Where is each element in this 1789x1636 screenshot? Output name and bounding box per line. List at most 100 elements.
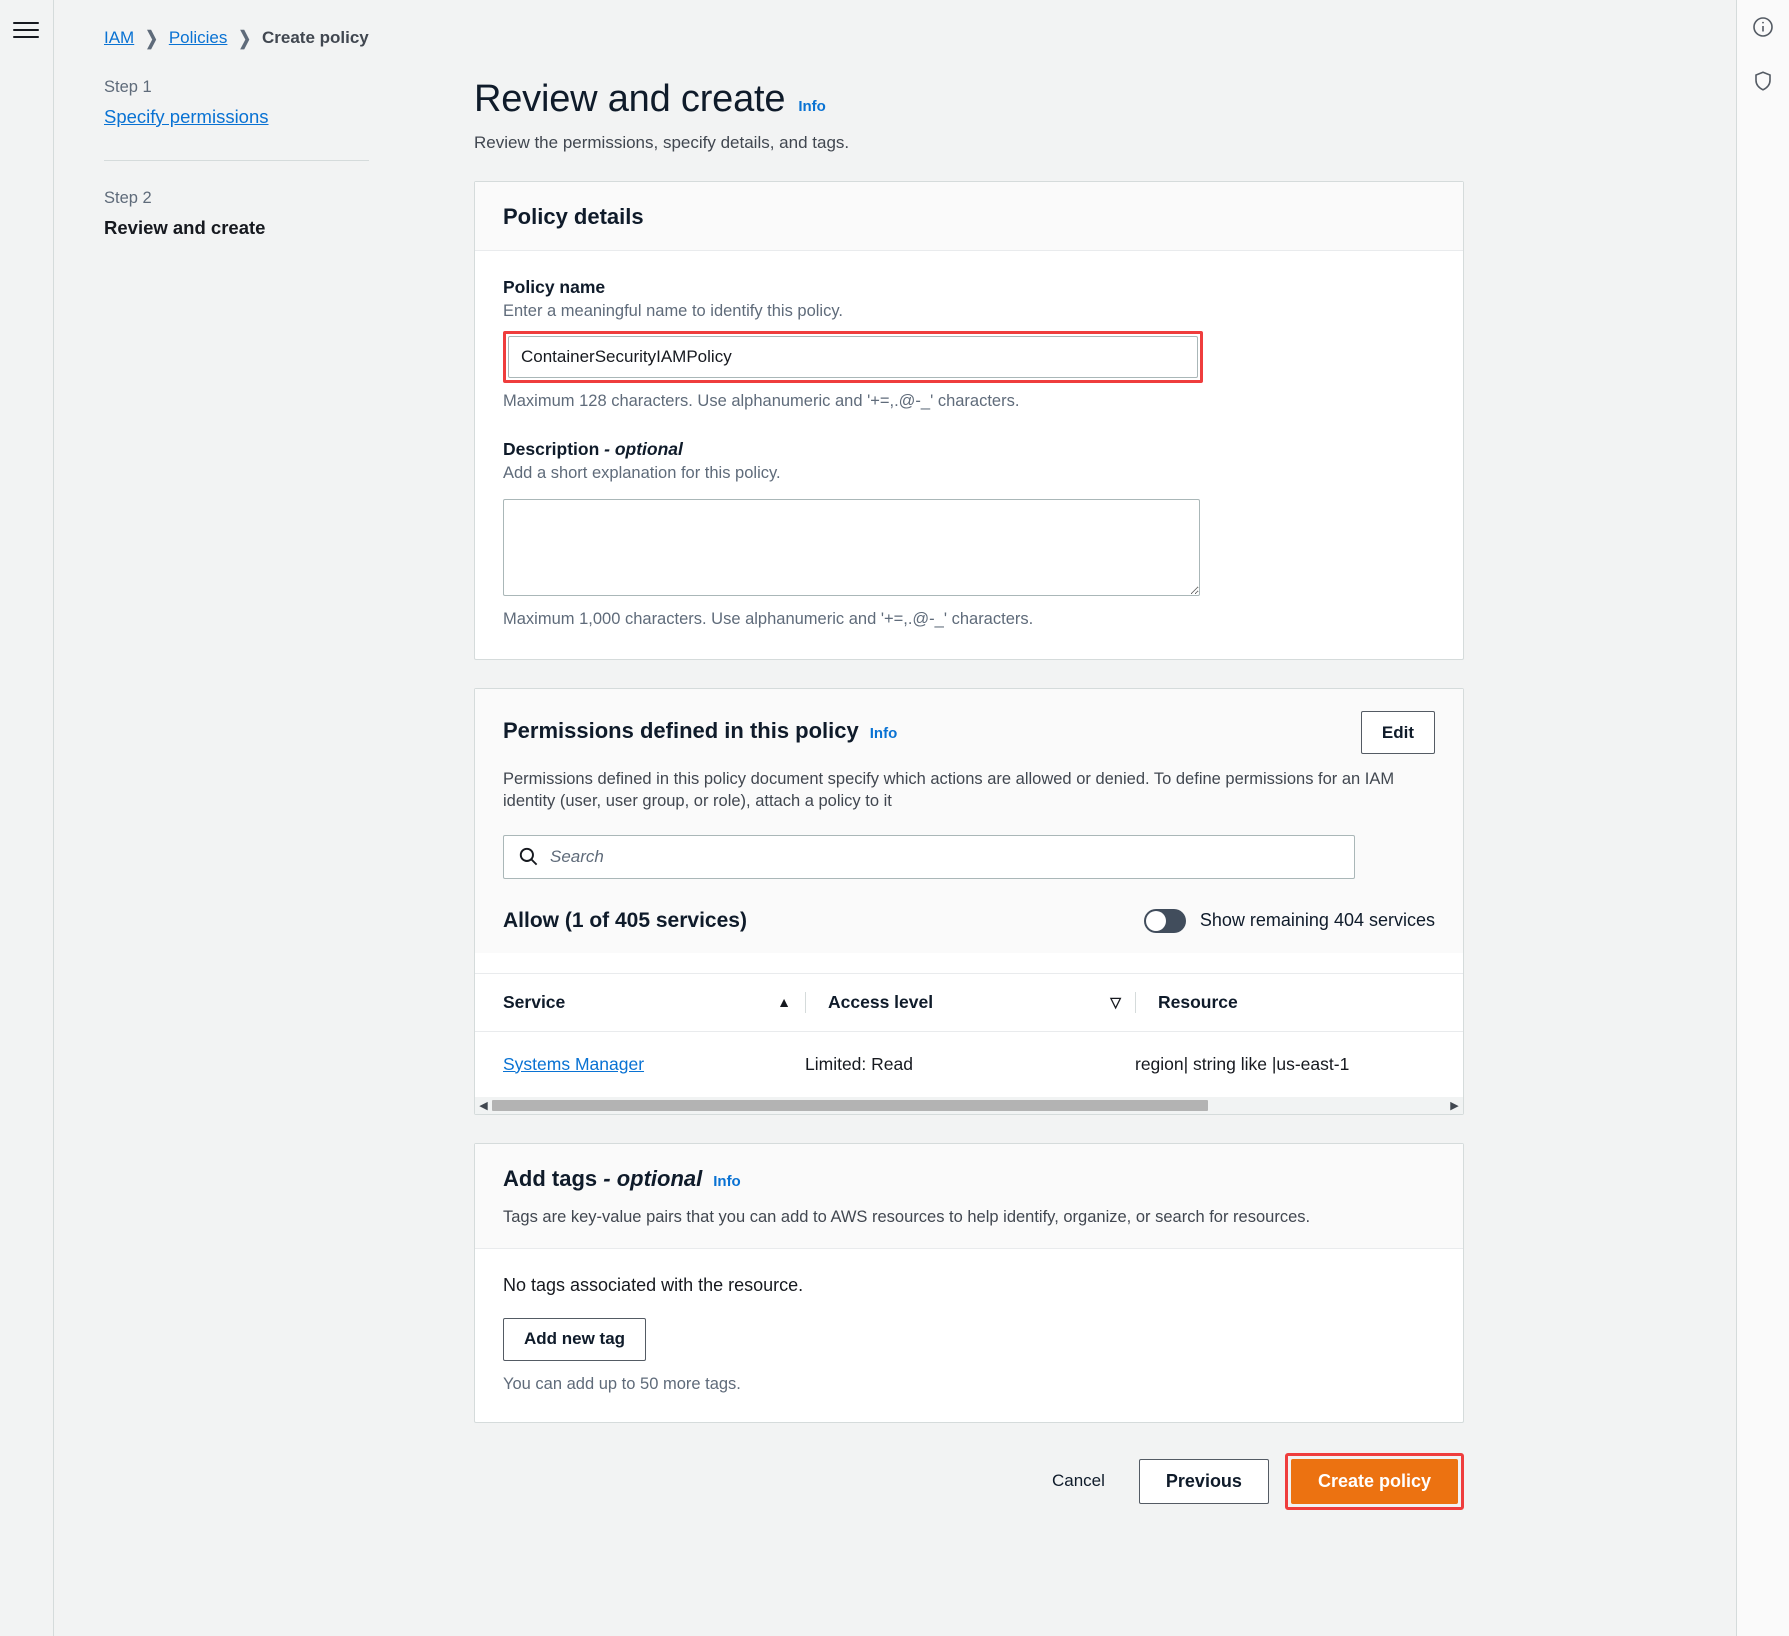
service-header-inner: Service ▲	[503, 992, 805, 1013]
permissions-title: Permissions defined in this policy	[503, 718, 859, 744]
sidebar-step-specify-permissions[interactable]: Specify permissions	[104, 106, 269, 128]
breadcrumb-item-create-policy: Create policy	[262, 28, 369, 48]
permissions-search-wrap	[503, 835, 1355, 879]
resource-header-inner: Resource	[1135, 992, 1463, 1013]
policy-details-header: Policy details	[475, 182, 1463, 251]
scroll-right-arrow-icon[interactable]: ▶	[1446, 1099, 1463, 1112]
policy-name-input[interactable]	[508, 336, 1198, 378]
previous-button[interactable]: Previous	[1139, 1459, 1269, 1504]
description-textarea[interactable]	[503, 499, 1200, 596]
breadcrumb: IAM ❯ Policies ❯ Create policy	[104, 28, 369, 48]
toggle-knob	[1146, 911, 1166, 931]
allow-services-count: Allow (1 of 405 services)	[503, 909, 747, 933]
step-2-number: Step 2	[104, 189, 384, 208]
policy-details-card: Policy details Policy name Enter a meani…	[474, 181, 1464, 660]
permissions-search-input[interactable]	[503, 835, 1355, 879]
column-header-access-level[interactable]: Access level ▽	[805, 974, 1135, 1032]
toggle-track	[1144, 909, 1186, 933]
description-textarea-wrap	[503, 499, 1435, 601]
allow-row: Allow (1 of 405 services) Show remaining…	[503, 909, 1435, 933]
create-policy-highlight: Create policy	[1285, 1453, 1464, 1510]
permissions-table-wrap: Service ▲ Access level ▽	[475, 973, 1463, 1114]
table-header-row: Service ▲ Access level ▽	[475, 974, 1463, 1032]
page-title-info-link[interactable]: Info	[798, 98, 826, 115]
shield-icon[interactable]	[1747, 65, 1779, 97]
sort-descending-icon[interactable]: ▽	[1110, 994, 1121, 1011]
description-optional-text: - optional	[604, 439, 683, 459]
add-tags-info-link[interactable]: Info	[713, 1173, 741, 1190]
page-title-row: Review and create Info	[474, 78, 1464, 121]
description-constraint: Maximum 1,000 characters. Use alphanumer…	[503, 610, 1435, 629]
breadcrumb-item-iam[interactable]: IAM	[104, 28, 134, 48]
breadcrumb-item-policies[interactable]: Policies	[169, 28, 228, 48]
step-1-number: Step 1	[104, 78, 384, 97]
page-subtitle: Review the permissions, specify details,…	[474, 133, 1464, 153]
scrollbar-thumb[interactable]	[492, 1100, 1208, 1111]
breadcrumb-separator-icon: ❯	[238, 27, 251, 50]
wizard-steps: Step 1 Specify permissions Step 2 Review…	[104, 78, 384, 239]
breadcrumb-separator-icon: ❯	[145, 27, 158, 50]
info-circle-icon[interactable]	[1747, 11, 1779, 43]
scroll-left-arrow-icon[interactable]: ◀	[475, 1099, 492, 1112]
policy-name-highlight	[503, 331, 1203, 383]
permissions-info-link[interactable]: Info	[870, 725, 898, 742]
permissions-description: Permissions defined in this policy docum…	[503, 768, 1435, 813]
cell-access-level: Limited: Read	[805, 1031, 1135, 1097]
hamburger-bar	[13, 22, 39, 24]
search-icon	[518, 846, 539, 867]
show-remaining-services-toggle[interactable]: Show remaining 404 services	[1144, 909, 1435, 933]
step-divider	[104, 160, 369, 161]
permissions-title-left: Permissions defined in this policy Info	[503, 718, 897, 744]
cancel-button[interactable]: Cancel	[1034, 1460, 1123, 1503]
show-remaining-services-label: Show remaining 404 services	[1200, 910, 1435, 931]
add-tags-title: Add tags - optional	[503, 1166, 702, 1192]
edit-permissions-button[interactable]: Edit	[1361, 711, 1435, 754]
cell-resource: region| string like |us-east-1	[1135, 1031, 1463, 1097]
description-hint: Add a short explanation for this policy.	[503, 464, 1435, 483]
column-header-resource[interactable]: Resource	[1135, 974, 1463, 1032]
permissions-table: Service ▲ Access level ▽	[475, 974, 1463, 1098]
hamburger-bar	[13, 29, 39, 31]
permissions-card: Permissions defined in this policy Info …	[474, 688, 1464, 1115]
add-tags-title-text: Add tags	[503, 1166, 597, 1191]
column-label-resource: Resource	[1158, 992, 1238, 1013]
scrollbar-track[interactable]	[492, 1100, 1446, 1111]
permissions-table-head: Service ▲ Access level ▽	[475, 974, 1463, 1032]
right-utility-rail	[1736, 0, 1789, 1636]
add-tags-description: Tags are key-value pairs that you can ad…	[503, 1206, 1435, 1228]
add-tags-card: Add tags - optional Info Tags are key-va…	[474, 1143, 1464, 1423]
permissions-table-body: Systems Manager Limited: Read region| st…	[475, 1031, 1463, 1097]
hamburger-menu-icon[interactable]	[13, 16, 41, 44]
cell-service: Systems Manager	[475, 1031, 805, 1097]
sort-ascending-icon[interactable]: ▲	[777, 994, 791, 1010]
add-tags-body: No tags associated with the resource. Ad…	[475, 1249, 1463, 1422]
tags-limit-note: You can add up to 50 more tags.	[503, 1375, 1435, 1394]
footer-actions: Cancel Previous Create policy	[474, 1453, 1464, 1550]
add-tags-title-row: Add tags - optional Info	[503, 1166, 1435, 1192]
policy-name-hint: Enter a meaningful name to identify this…	[503, 302, 1435, 321]
main-content: Review and create Info Review the permis…	[474, 78, 1464, 1550]
table-row: Systems Manager Limited: Read region| st…	[475, 1031, 1463, 1097]
column-header-service[interactable]: Service ▲	[475, 974, 805, 1032]
page-title: Review and create	[474, 78, 785, 121]
add-tags-header: Add tags - optional Info Tags are key-va…	[475, 1144, 1463, 1249]
description-label: Description - optional	[503, 439, 1435, 460]
policy-details-title: Policy details	[503, 204, 1435, 230]
add-new-tag-button[interactable]: Add new tag	[503, 1318, 646, 1361]
policy-name-label: Policy name	[503, 277, 1435, 298]
column-label-service: Service	[503, 992, 565, 1013]
page-container: IAM ❯ Policies ❯ Create policy Step 1 Sp…	[54, 0, 1736, 1636]
permissions-title-row: Permissions defined in this policy Info …	[503, 711, 1435, 754]
column-label-access-level: Access level	[828, 992, 933, 1013]
create-policy-button[interactable]: Create policy	[1291, 1459, 1458, 1504]
add-tags-optional-text: - optional	[603, 1166, 702, 1191]
access-header-inner: Access level ▽	[805, 992, 1135, 1013]
no-tags-message: No tags associated with the resource.	[503, 1275, 1435, 1296]
service-link-systems-manager[interactable]: Systems Manager	[503, 1054, 644, 1074]
sidebar-step-review-and-create: Review and create	[104, 217, 384, 239]
left-nav-rail	[0, 0, 54, 1636]
permissions-header: Permissions defined in this policy Info …	[475, 689, 1463, 953]
policy-details-body: Policy name Enter a meaningful name to i…	[475, 251, 1463, 659]
policy-name-constraint: Maximum 128 characters. Use alphanumeric…	[503, 392, 1435, 411]
table-horizontal-scrollbar[interactable]: ◀ ▶	[475, 1097, 1463, 1114]
